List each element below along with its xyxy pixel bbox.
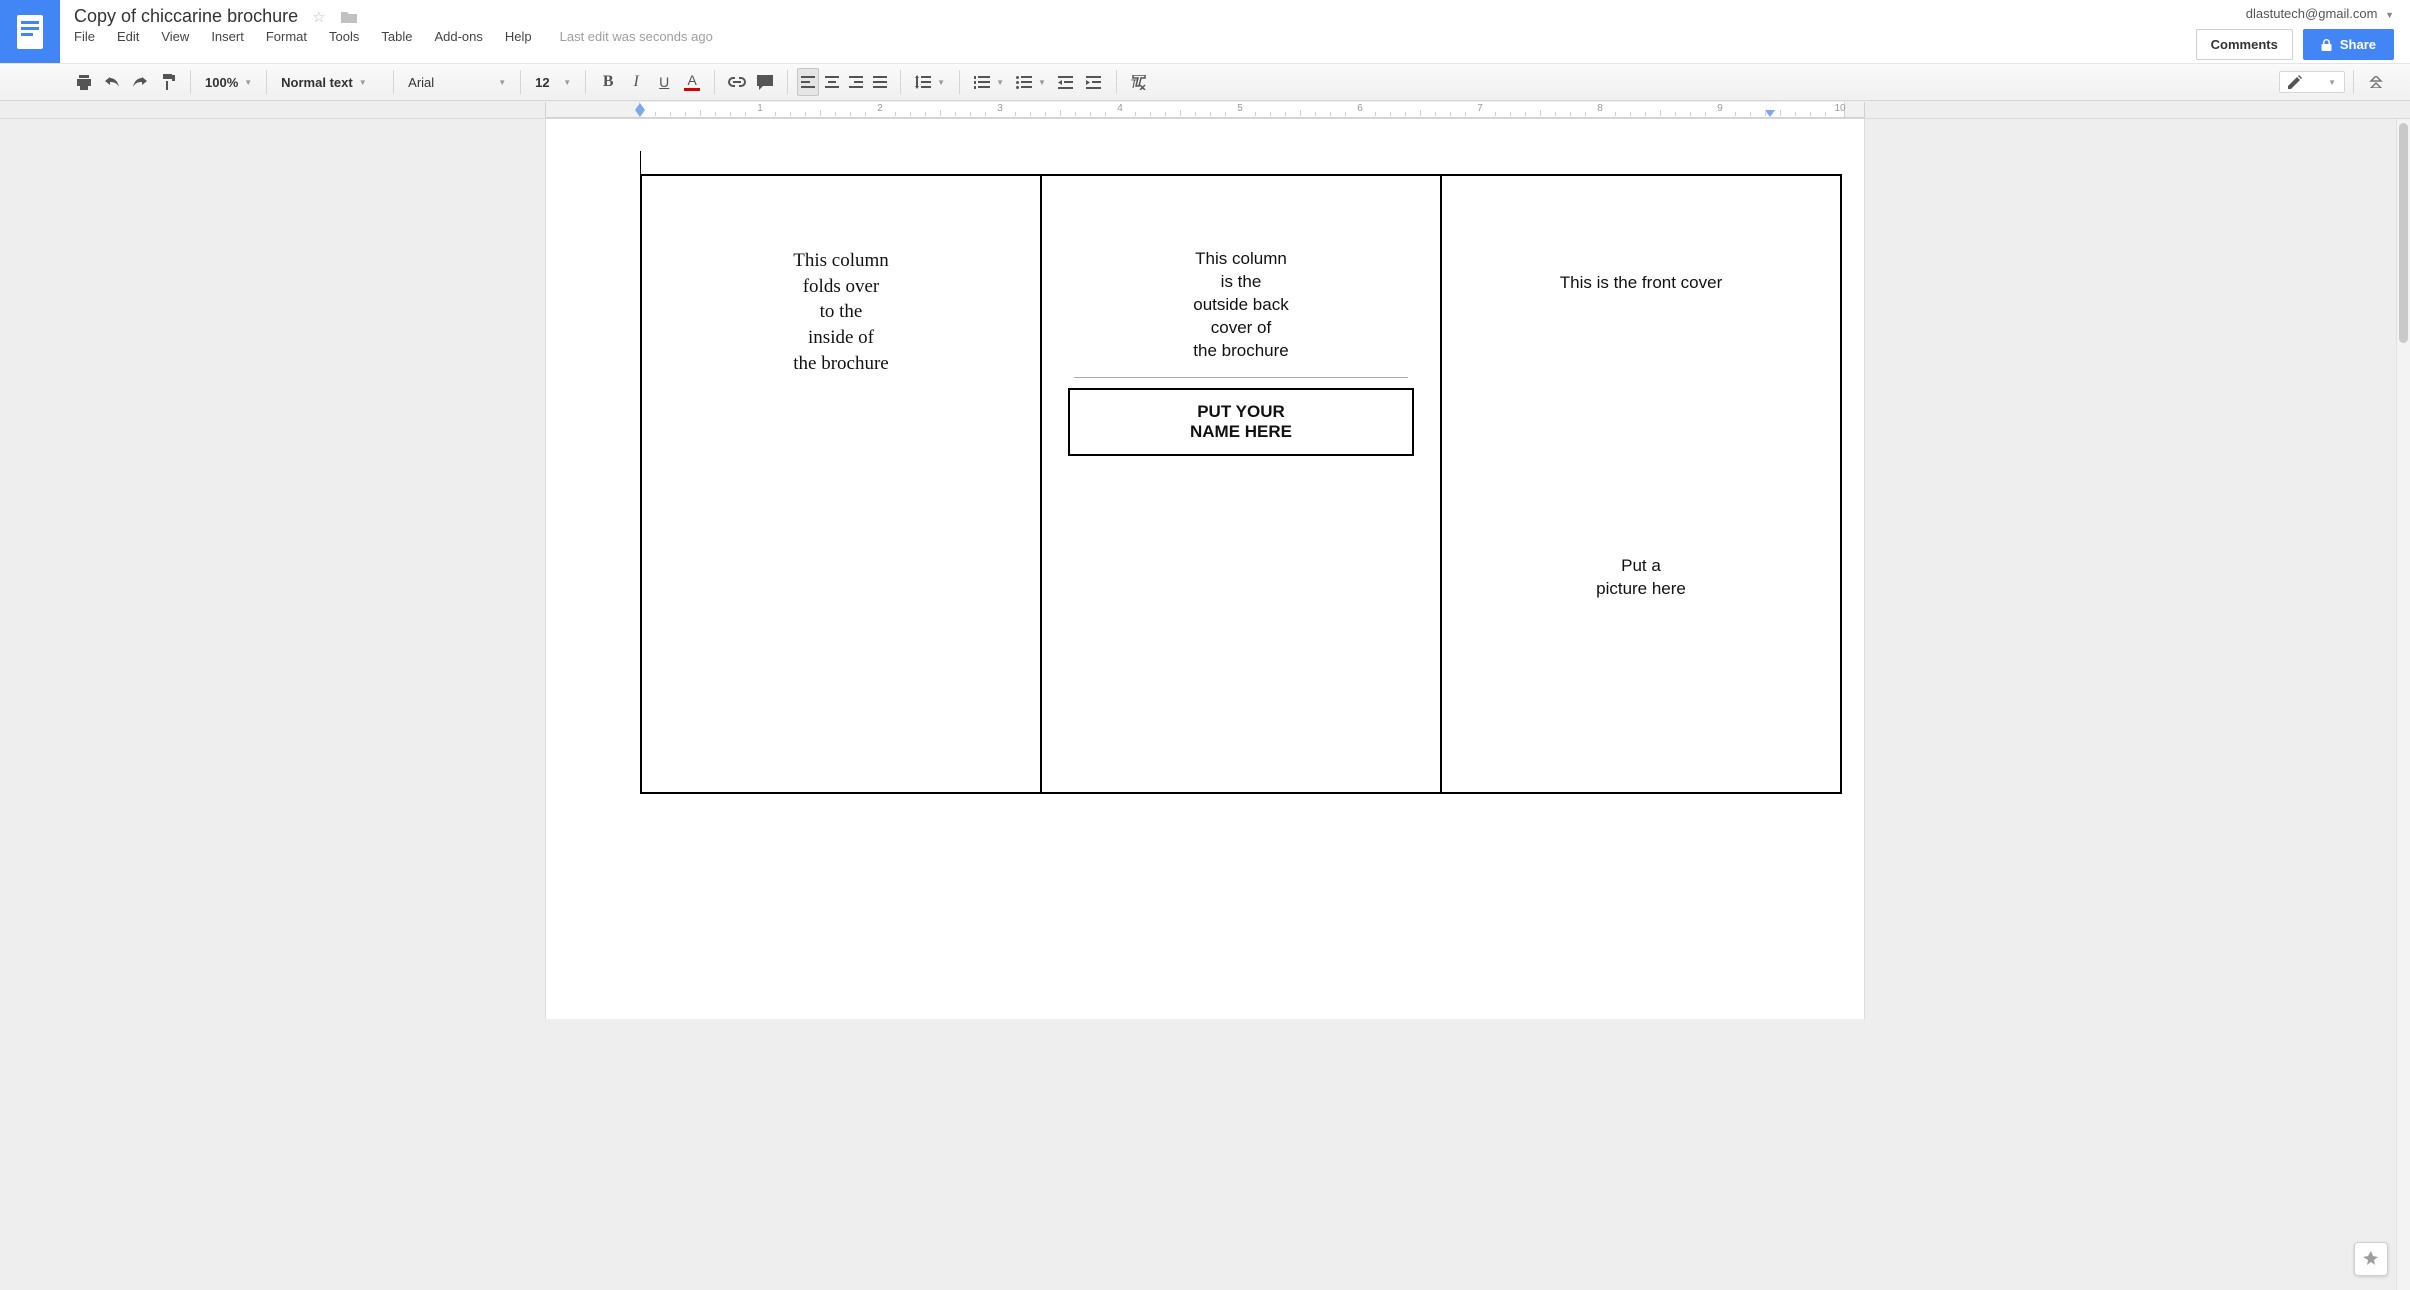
decrease-indent-button[interactable] <box>1052 68 1080 96</box>
ruler-number: 1 <box>757 103 763 114</box>
lock-icon <box>2321 39 2332 51</box>
scrollbar-thumb[interactable] <box>2399 123 2408 343</box>
text-cursor <box>640 151 641 175</box>
ruler-number: 2 <box>877 103 883 114</box>
document-canvas[interactable]: This columnfolds overto theinside ofthe … <box>0 119 2410 1290</box>
titlebar: Copy of chiccarine brochure ☆ File Edit … <box>0 0 2410 63</box>
horizontal-ruler[interactable]: 1 2 3 4 5 6 7 8 9 10 <box>545 102 1865 118</box>
document-title[interactable]: Copy of chiccarine brochure <box>74 6 298 27</box>
menu-bar: File Edit View Insert Format Tools Table… <box>74 29 2184 44</box>
brochure-column-left[interactable]: This columnfolds overto theinside ofthe … <box>642 176 1042 792</box>
font-dropdown[interactable]: Arial ▼ <box>402 68 512 96</box>
chevron-down-icon: ▼ <box>359 78 367 87</box>
name-box-line1: PUT YOUR <box>1076 402 1406 422</box>
ruler-number: 7 <box>1477 103 1483 114</box>
ruler-number: 10 <box>1834 103 1845 114</box>
align-justify-button[interactable] <box>869 68 891 96</box>
chevron-down-icon: ▼ <box>2385 10 2394 20</box>
font-value: Arial <box>408 75 434 90</box>
chevron-down-icon: ▼ <box>563 78 571 87</box>
bulleted-list-button[interactable]: ▼ <box>1010 68 1052 96</box>
account-email-text: dlastutech@gmail.com <box>2246 6 2378 21</box>
numbered-list-button[interactable]: ▼ <box>968 68 1010 96</box>
ruler-number: 4 <box>1117 103 1123 114</box>
page[interactable]: This columnfolds overto theinside ofthe … <box>545 119 1865 1019</box>
print-icon[interactable] <box>70 68 98 96</box>
comments-button[interactable]: Comments <box>2196 29 2293 60</box>
share-button-label: Share <box>2340 37 2376 52</box>
paint-format-icon[interactable] <box>154 68 182 96</box>
align-center-button[interactable] <box>821 68 843 96</box>
italic-button[interactable]: I <box>622 68 650 96</box>
insert-comment-icon[interactable] <box>751 68 779 96</box>
ruler-number: 5 <box>1237 103 1243 114</box>
docs-home-button[interactable] <box>0 0 60 63</box>
right-indent-marker[interactable] <box>1765 110 1775 117</box>
menu-help[interactable]: Help <box>505 29 532 44</box>
zoom-dropdown[interactable]: 100% ▼ <box>199 68 258 96</box>
divider <box>1074 377 1408 378</box>
menu-addons[interactable]: Add-ons <box>434 29 482 44</box>
menu-format[interactable]: Format <box>266 29 307 44</box>
zoom-value: 100% <box>205 75 238 90</box>
menu-view[interactable]: View <box>161 29 189 44</box>
menu-insert[interactable]: Insert <box>211 29 244 44</box>
brochure-table[interactable]: This columnfolds overto theinside ofthe … <box>640 174 1842 794</box>
text-color-button[interactable]: A <box>678 68 706 96</box>
insert-link-icon[interactable] <box>723 68 751 96</box>
align-left-button[interactable] <box>797 68 819 96</box>
undo-icon[interactable] <box>98 68 126 96</box>
brochure-column-right[interactable]: This is the front cover Put apicture her… <box>1442 176 1840 792</box>
column-middle-text[interactable]: This columnis theoutside backcover ofthe… <box>1062 248 1420 363</box>
underline-button[interactable]: U <box>650 68 678 96</box>
chevron-down-icon: ▼ <box>996 78 1004 87</box>
increase-indent-button[interactable] <box>1080 68 1108 96</box>
collapse-toolbar-button[interactable] <box>2362 68 2390 96</box>
chevron-down-icon: ▼ <box>937 78 945 87</box>
menu-file[interactable]: File <box>74 29 95 44</box>
line-spacing-button[interactable]: ▼ <box>909 68 951 96</box>
column-left-text[interactable]: This columnfolds overto theinside ofthe … <box>662 248 1020 376</box>
align-right-button[interactable] <box>845 68 867 96</box>
ruler-number: 3 <box>997 103 1003 114</box>
last-edit-label[interactable]: Last edit was seconds ago <box>560 29 713 44</box>
account-email[interactable]: dlastutech@gmail.com ▼ <box>2196 6 2394 21</box>
left-indent-marker[interactable] <box>635 110 645 117</box>
styles-value: Normal text <box>281 75 353 90</box>
ruler-area: 1 2 3 4 5 6 7 8 9 10 <box>0 101 2410 119</box>
star-icon[interactable]: ☆ <box>312 8 325 26</box>
chevron-down-icon: ▼ <box>244 78 252 87</box>
brochure-column-middle[interactable]: This columnis theoutside backcover ofthe… <box>1042 176 1442 792</box>
ruler-number: 8 <box>1597 103 1603 114</box>
column-right-picture-text[interactable]: Put apicture here <box>1462 555 1820 601</box>
menu-tools[interactable]: Tools <box>329 29 359 44</box>
explore-button[interactable] <box>2354 1242 2388 1276</box>
ruler-number: 9 <box>1717 103 1723 114</box>
chevron-down-icon: ▼ <box>498 78 506 87</box>
chevron-down-icon: ▼ <box>1038 78 1046 87</box>
account-area: dlastutech@gmail.com ▼ Comments Share <box>2196 0 2410 63</box>
fontsize-value: 12 <box>535 75 549 90</box>
column-right-top-text[interactable]: This is the front cover <box>1462 272 1820 295</box>
bold-button[interactable]: B <box>594 68 622 96</box>
first-line-indent-marker[interactable] <box>635 103 645 110</box>
move-to-folder-icon[interactable] <box>340 10 358 24</box>
pencil-icon <box>2288 75 2302 89</box>
menu-edit[interactable]: Edit <box>117 29 139 44</box>
name-box[interactable]: PUT YOUR NAME HERE <box>1068 388 1414 456</box>
share-button[interactable]: Share <box>2303 29 2394 60</box>
title-area: Copy of chiccarine brochure ☆ File Edit … <box>60 0 2196 63</box>
fontsize-dropdown[interactable]: 12 ▼ <box>529 68 577 96</box>
toolbar: 100% ▼ Normal text ▼ Arial ▼ 12 ▼ B I U … <box>0 63 2410 101</box>
styles-dropdown[interactable]: Normal text ▼ <box>275 68 385 96</box>
ruler-number: 6 <box>1357 103 1363 114</box>
chevron-down-icon: ▼ <box>2328 78 2336 87</box>
editing-mode-button[interactable]: ▼ <box>2279 71 2345 93</box>
redo-icon[interactable] <box>126 68 154 96</box>
clear-formatting-button[interactable]: T <box>1125 68 1153 96</box>
name-box-line2: NAME HERE <box>1076 422 1406 442</box>
menu-table[interactable]: Table <box>381 29 412 44</box>
vertical-scrollbar[interactable] <box>2396 119 2410 1290</box>
